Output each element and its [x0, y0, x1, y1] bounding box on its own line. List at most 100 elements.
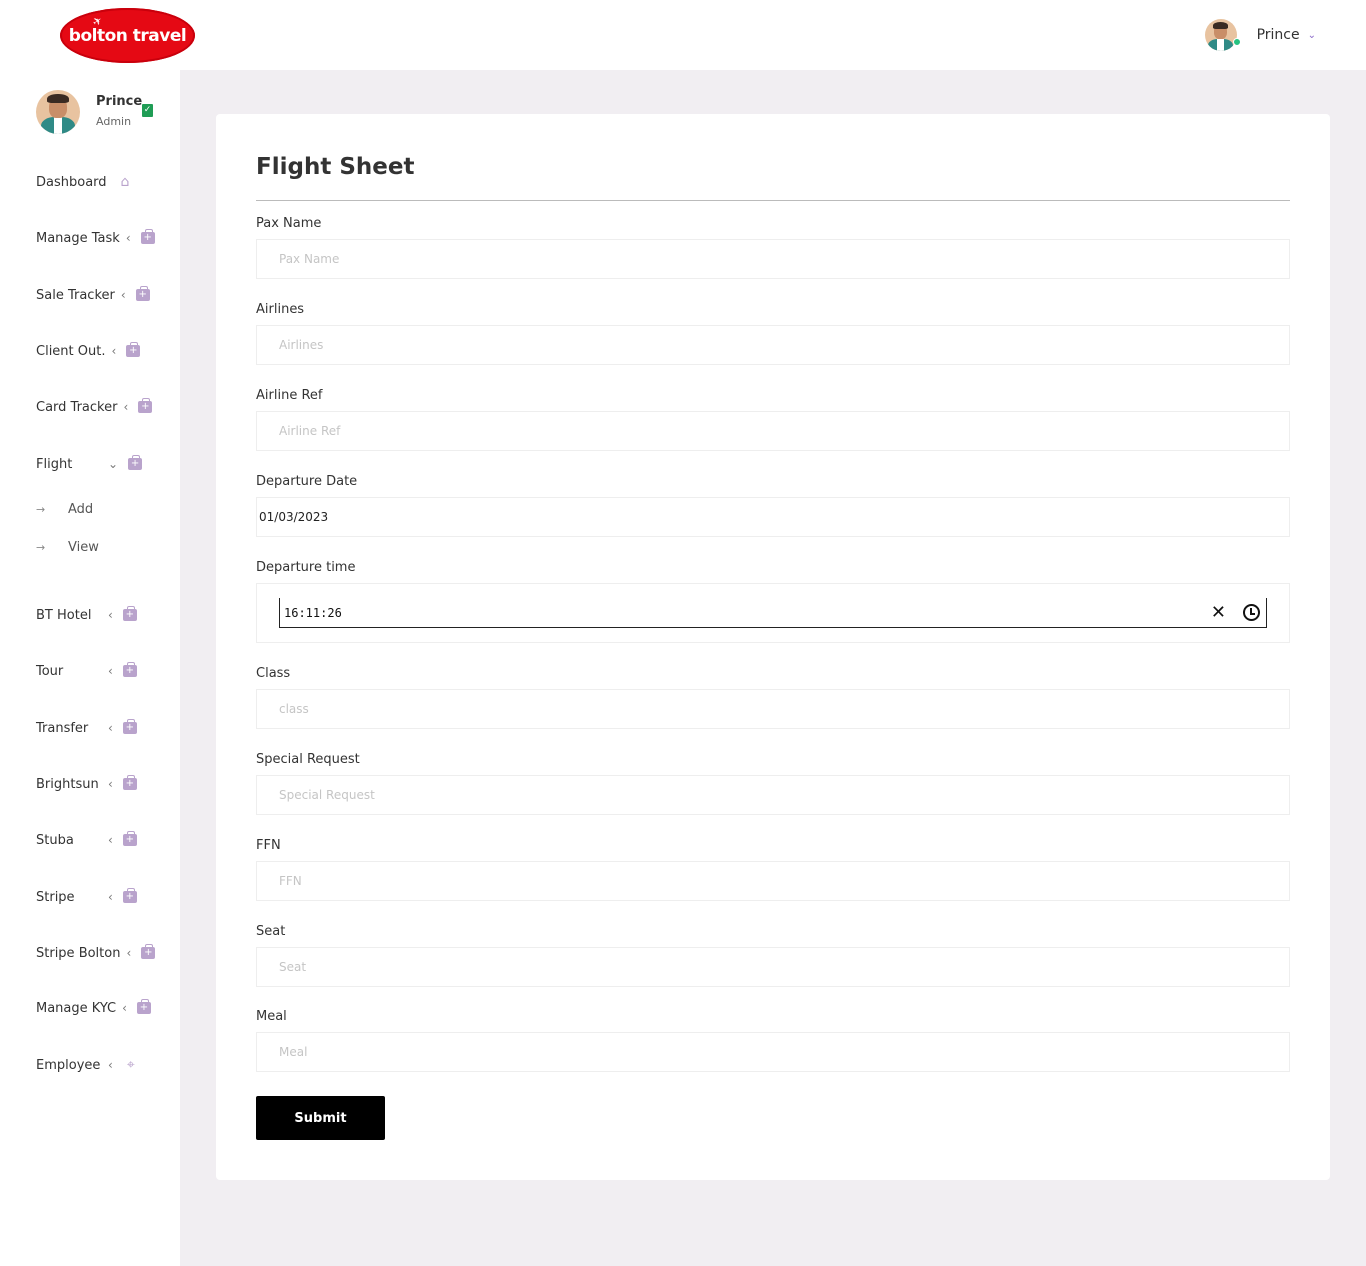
departure-time-value: 16:11:26: [284, 605, 342, 620]
chevron-left-icon: ‹: [125, 231, 131, 245]
close-icon[interactable]: ✕: [1211, 602, 1226, 623]
sidebar-item-label: Manage Task: [36, 230, 120, 246]
chevron-left-icon: ‹: [123, 400, 129, 414]
sidebar-item-label: Dashboard: [36, 174, 107, 190]
seat-input[interactable]: [256, 947, 1290, 987]
airlines-input[interactable]: [256, 325, 1290, 365]
sidebar-item-label: Stripe: [36, 889, 75, 905]
sidebar-item-label: BT Hotel: [36, 607, 92, 623]
top-header: ✈ bolton travel Prince ⌄: [0, 0, 1366, 70]
sidebar-item-label: Client Out.: [36, 343, 106, 359]
meal-label: Meal: [256, 1009, 287, 1024]
pax-name-label: Pax Name: [256, 216, 322, 231]
departure-date-label: Departure Date: [256, 474, 358, 489]
sidebar-item-label: Card Tracker: [36, 399, 118, 415]
class-input[interactable]: [256, 689, 1290, 729]
ffn-label: FFN: [256, 838, 281, 853]
medkit-icon: [122, 888, 137, 904]
chevron-down-icon: ⌄: [1307, 29, 1316, 41]
sidebar-item-label: Employee: [36, 1057, 101, 1073]
chevron-left-icon: ‹: [108, 833, 113, 847]
chevron-left-icon: ‹: [108, 777, 113, 791]
chevron-left-icon: ‹: [126, 946, 132, 960]
departure-time-field: 16:11:26 ✕: [256, 583, 1290, 643]
sidebar-item-brightsun[interactable]: Brightsun ‹: [36, 774, 137, 794]
sidebar-item-stuba[interactable]: Stuba ‹: [36, 830, 137, 850]
chevron-left-icon: ‹: [108, 664, 113, 678]
sidebar-item-transfer[interactable]: Transfer ‹: [36, 718, 137, 738]
sidebar-item-stripe[interactable]: Stripe ‹: [36, 887, 137, 907]
flight-sheet-card: Flight Sheet Pax Name Airlines Airline R…: [216, 114, 1330, 1180]
profile-name: Prince: [96, 94, 143, 109]
home-icon: ⌂: [120, 174, 130, 190]
logo-text: bolton travel: [68, 25, 187, 46]
meal-input[interactable]: [256, 1032, 1290, 1072]
avatar: [1204, 19, 1237, 51]
verified-badge-icon: ✓: [142, 104, 153, 117]
user-menu[interactable]: Prince ⌄: [1204, 18, 1316, 52]
sidebar-item-label: Tour: [36, 663, 64, 679]
airlines-label: Airlines: [256, 302, 305, 317]
sidebar-item-client-out[interactable]: Client Out. ‹: [36, 341, 141, 361]
medkit-icon: [122, 719, 137, 735]
profile-role: Admin: [96, 115, 132, 128]
class-label: Class: [256, 666, 291, 681]
medkit-icon: [136, 999, 151, 1015]
sidebar-subitem-add[interactable]: → Add: [36, 502, 93, 517]
arrow-right-icon: →: [36, 503, 46, 516]
seat-label: Seat: [256, 924, 286, 939]
sidebar: Prince ✓ Admin Dashboard ⌂ Manage Task ‹…: [0, 70, 180, 1266]
sidebar-item-label: Transfer: [36, 720, 89, 736]
sidebar-item-label: Sale Tracker: [36, 287, 115, 303]
sidebar-item-sale-tracker[interactable]: Sale Tracker ‹: [36, 285, 150, 305]
chevron-left-icon: ‹: [108, 608, 113, 622]
sidebar-item-label: Manage KYC: [36, 1000, 117, 1016]
main-content: Flight Sheet Pax Name Airlines Airline R…: [180, 70, 1366, 1266]
medkit-icon: [128, 455, 143, 471]
sidebar-item-card-tracker[interactable]: Card Tracker ‹: [36, 397, 153, 417]
chevron-left-icon: ‹: [122, 1001, 127, 1015]
sidebar-item-manage-kyc[interactable]: Manage KYC ‹: [36, 998, 151, 1018]
ffn-input[interactable]: [256, 861, 1290, 901]
sidebar-item-stripe-bolton[interactable]: Stripe Bolton ‹: [36, 943, 156, 963]
sidebar-item-employee[interactable]: Employee ‹ ⌖: [36, 1055, 135, 1075]
special-request-label: Special Request: [256, 752, 360, 767]
chevron-left-icon: ‹: [111, 344, 117, 358]
sidebar-subitem-label: Add: [68, 502, 94, 517]
chevron-left-icon: ‹: [120, 288, 126, 302]
chevron-down-icon: ⌄: [108, 457, 119, 471]
medkit-icon: [122, 606, 137, 622]
sidebar-item-dashboard[interactable]: Dashboard ⌂: [36, 172, 129, 192]
departure-time-label: Departure time: [256, 560, 356, 575]
pax-name-input[interactable]: [256, 239, 1290, 279]
sidebar-item-bt-hotel[interactable]: BT Hotel ‹: [36, 605, 137, 625]
sidebar-item-label: Flight: [36, 456, 73, 472]
airline-ref-input[interactable]: [256, 411, 1290, 451]
page-title: Flight Sheet: [256, 154, 415, 180]
airline-ref-label: Airline Ref: [256, 388, 323, 403]
sidebar-subitem-view[interactable]: → View: [36, 540, 99, 555]
sidebar-item-manage-task[interactable]: Manage Task ‹: [36, 228, 155, 248]
departure-time-input[interactable]: 16:11:26 ✕: [279, 598, 1267, 628]
special-request-input[interactable]: [256, 775, 1290, 815]
sidebar-subitem-label: View: [68, 540, 99, 555]
medkit-icon: [135, 286, 150, 302]
sidebar-item-tour[interactable]: Tour ‹: [36, 661, 137, 681]
medkit-icon: [122, 662, 137, 678]
arrow-right-icon: →: [36, 541, 46, 554]
chevron-left-icon: ‹: [108, 1058, 113, 1072]
medkit-icon: [140, 229, 155, 245]
chevron-left-icon: ‹: [108, 721, 113, 735]
submit-button[interactable]: Submit: [256, 1096, 385, 1140]
medkit-icon: [141, 944, 156, 960]
sidebar-item-flight[interactable]: Flight ⌄: [36, 454, 143, 474]
medkit-icon: [122, 831, 137, 847]
bolton-travel-logo[interactable]: ✈ bolton travel: [60, 8, 195, 63]
departure-date-input[interactable]: [256, 497, 1290, 537]
avatar: [36, 90, 80, 134]
chevron-left-icon: ‹: [108, 890, 113, 904]
clock-icon[interactable]: [1243, 604, 1260, 621]
sidebar-item-label: Brightsun: [36, 776, 99, 792]
sidebar-item-label: Stuba: [36, 832, 74, 848]
sidebar-profile: Prince ✓ Admin: [36, 90, 176, 134]
